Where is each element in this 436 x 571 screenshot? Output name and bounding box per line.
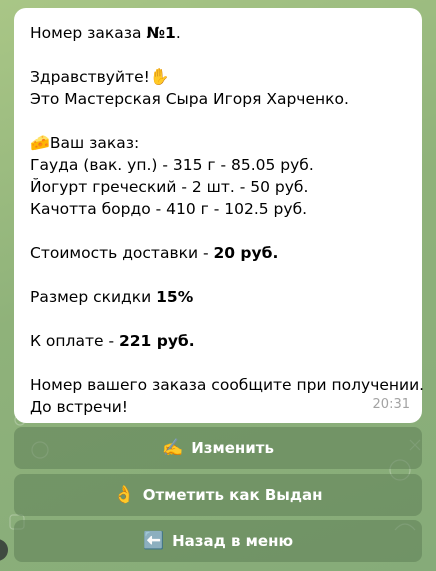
left-arrow-icon: ⬅️ (142, 531, 165, 551)
total-value: 221 руб. (118, 332, 195, 350)
order-item: Качотта бордо - 410 г - 102.5 руб. (30, 200, 308, 218)
order-message-bubble: Номер заказа №1. Здравствуйте!✋ Это Маст… (14, 8, 425, 423)
edit-order-label: Изменить (191, 439, 274, 457)
ok-hand-icon: 👌 (113, 485, 135, 505)
back-to-menu-button[interactable]: ⬅️ Назад в меню (14, 520, 422, 562)
discount-value: 15% (156, 288, 194, 306)
greeting-line: Здравствуйте!✋ (30, 66, 408, 88)
cheese-icon: 🧀 (30, 133, 50, 152)
total-label: К оплате - (30, 332, 119, 350)
order-header-text: Ваш заказ: (49, 134, 140, 152)
delivery-cost-line: Стоимость доставки - 20 руб. (30, 242, 408, 264)
back-to-menu-label: Назад в меню (172, 532, 294, 550)
intro-line: Это Мастерская Сыра Игоря Харченко. (30, 90, 349, 108)
writing-hand-icon: ✍️ (162, 438, 184, 458)
greeting-text: Здравствуйте! (30, 68, 150, 86)
mark-issued-button[interactable]: 👌 Отметить как Выдан (14, 474, 422, 516)
discount-label: Размер скидки (30, 288, 157, 306)
farewell-line: До встречи! (30, 398, 129, 416)
edit-order-button[interactable]: ✍️ Изменить (14, 427, 422, 469)
total-line: К оплате - 221 руб. (30, 330, 408, 352)
sender-avatar[interactable] (0, 539, 8, 561)
delivery-cost-label: Стоимость доставки - (30, 244, 214, 262)
order-header-line: 🧀Ваш заказ: (30, 132, 408, 154)
message-timestamp: 20:31 (372, 397, 410, 412)
order-number-suffix: . (175, 24, 181, 42)
mark-issued-label: Отметить как Выдан (142, 486, 323, 504)
order-item: Гауда (вак. уп.) - 315 г - 85.05 руб. (30, 156, 314, 174)
order-number-value: №1 (146, 24, 176, 42)
order-item: Йогурт греческий - 2 шт. - 50 руб. (30, 178, 309, 196)
raised-hand-icon: ✋ (149, 67, 170, 86)
order-number-line: Номер заказа №1. (30, 22, 408, 44)
delivery-cost-value: 20 руб. (213, 244, 279, 262)
footer-line: Номер вашего заказа сообщите при получен… (30, 376, 425, 394)
order-number-prefix: Номер заказа (30, 24, 147, 42)
discount-line: Размер скидки 15% (30, 286, 408, 308)
